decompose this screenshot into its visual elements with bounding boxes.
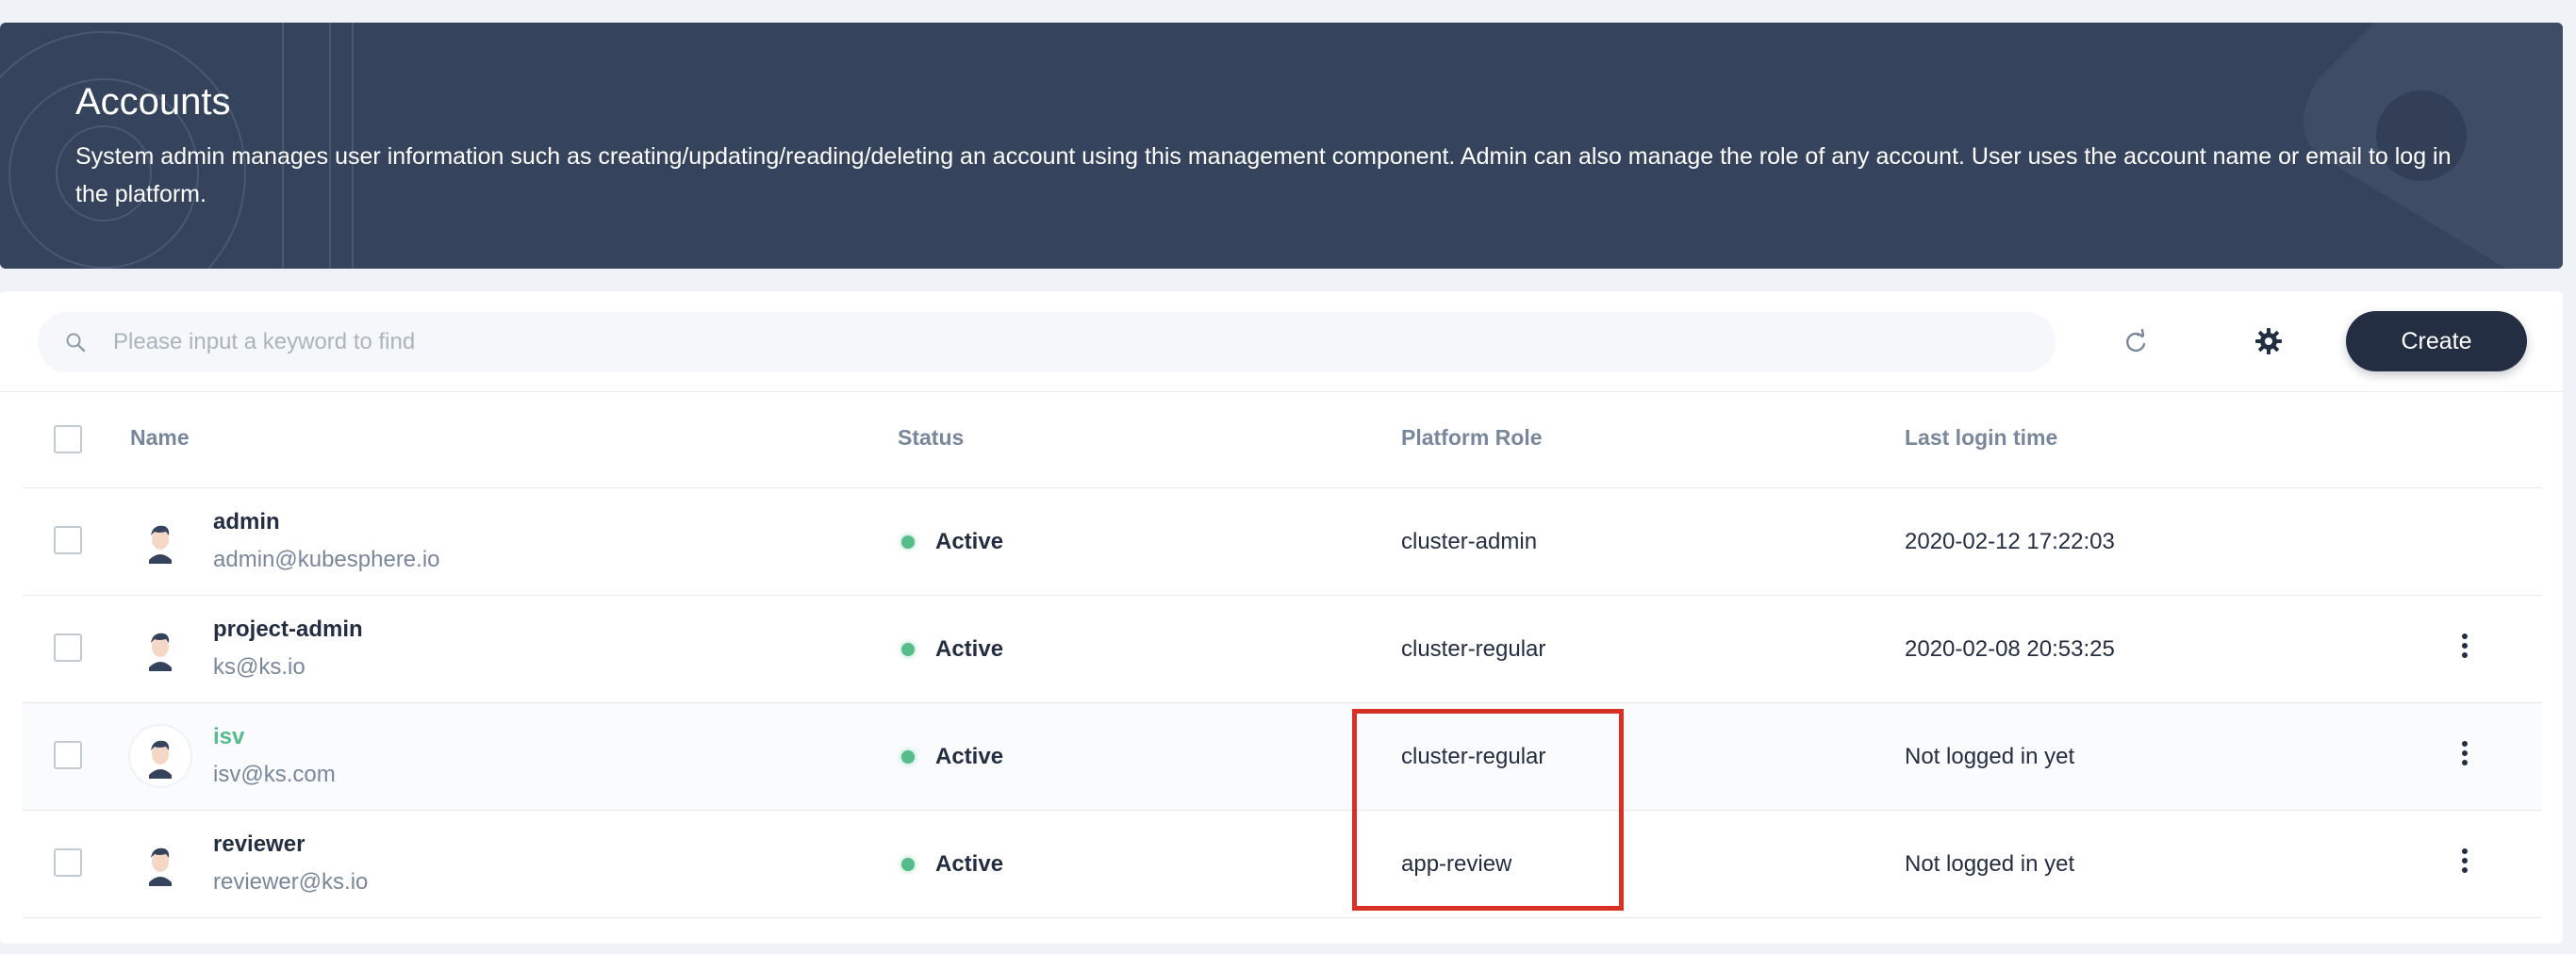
- user-email: ks@ks.io: [213, 654, 305, 680]
- search-box[interactable]: [38, 312, 2056, 372]
- platform-role: app-review: [1401, 851, 1512, 877]
- user-name-link[interactable]: project-admin: [213, 617, 363, 643]
- search-icon: [66, 333, 86, 353]
- user-name-link[interactable]: reviewer: [213, 831, 305, 858]
- select-all-checkbox[interactable]: [54, 425, 82, 453]
- more-vertical-icon: [2462, 633, 2468, 639]
- avatar-icon: [130, 726, 190, 786]
- more-actions-button[interactable]: [2455, 633, 2474, 666]
- status-dot-icon: [901, 858, 915, 871]
- user-email: admin@kubesphere.io: [213, 547, 440, 572]
- search-input[interactable]: [113, 312, 2018, 372]
- avatar-icon: [149, 847, 172, 886]
- user-email: reviewer@ks.io: [213, 869, 369, 895]
- table-row: project-admin ks@ks.io Active cluster-re…: [23, 596, 2542, 703]
- more-vertical-icon: [2462, 848, 2468, 854]
- platform-role: cluster-regular: [1401, 744, 1546, 769]
- status-dot-icon: [901, 643, 915, 656]
- platform-role: cluster-admin: [1401, 529, 1538, 554]
- accounts-panel: Create Name Status Platform Role Last lo…: [0, 291, 2563, 944]
- toolbar: Create: [0, 291, 2563, 392]
- refresh-icon[interactable]: [2122, 328, 2150, 356]
- table-header: Name Status Platform Role Last login tim…: [23, 391, 2542, 488]
- more-actions-button[interactable]: [2455, 848, 2474, 880]
- last-login-time: 2020-02-12 17:22:03: [1905, 529, 2115, 554]
- status-text: Active: [935, 636, 1004, 662]
- status-text: Active: [935, 851, 1004, 877]
- avatar-icon: [149, 633, 172, 671]
- gear-icon[interactable]: [2254, 326, 2284, 356]
- table-row: admin admin@kubesphere.io Active cluster…: [23, 488, 2542, 596]
- column-header-name[interactable]: Name: [130, 425, 190, 451]
- user-name-link[interactable]: isv: [213, 724, 244, 750]
- table-row: reviewer reviewer@ks.io Active app-revie…: [23, 811, 2542, 918]
- table-row: isv isv@ks.com Active cluster-regular No…: [23, 703, 2542, 811]
- row-checkbox[interactable]: [54, 526, 82, 554]
- column-header-platform-role[interactable]: Platform Role: [1401, 425, 1543, 451]
- last-login-time: 2020-02-08 20:53:25: [1905, 636, 2115, 662]
- platform-role: cluster-regular: [1401, 636, 1546, 662]
- more-actions-button[interactable]: [2455, 741, 2474, 773]
- row-checkbox[interactable]: [54, 741, 82, 769]
- row-checkbox[interactable]: [54, 633, 82, 662]
- user-name-link[interactable]: admin: [213, 509, 280, 535]
- status-dot-icon: [901, 750, 915, 764]
- column-header-last-login[interactable]: Last login time: [1905, 425, 2057, 451]
- user-email: isv@ks.com: [213, 762, 336, 787]
- row-checkbox[interactable]: [54, 848, 82, 877]
- avatar-icon: [149, 525, 172, 564]
- page-banner: Accounts System admin manages user infor…: [0, 23, 2563, 269]
- create-button[interactable]: Create: [2346, 311, 2527, 371]
- status-text: Active: [935, 744, 1004, 769]
- last-login-time: Not logged in yet: [1905, 851, 2075, 877]
- status-dot-icon: [901, 535, 915, 549]
- last-login-time: Not logged in yet: [1905, 744, 2075, 769]
- more-vertical-icon: [2462, 741, 2468, 747]
- status-text: Active: [935, 529, 1004, 554]
- page-title: Accounts: [75, 81, 231, 123]
- page-description: System admin manages user information su…: [75, 143, 2452, 207]
- column-header-status[interactable]: Status: [898, 425, 964, 451]
